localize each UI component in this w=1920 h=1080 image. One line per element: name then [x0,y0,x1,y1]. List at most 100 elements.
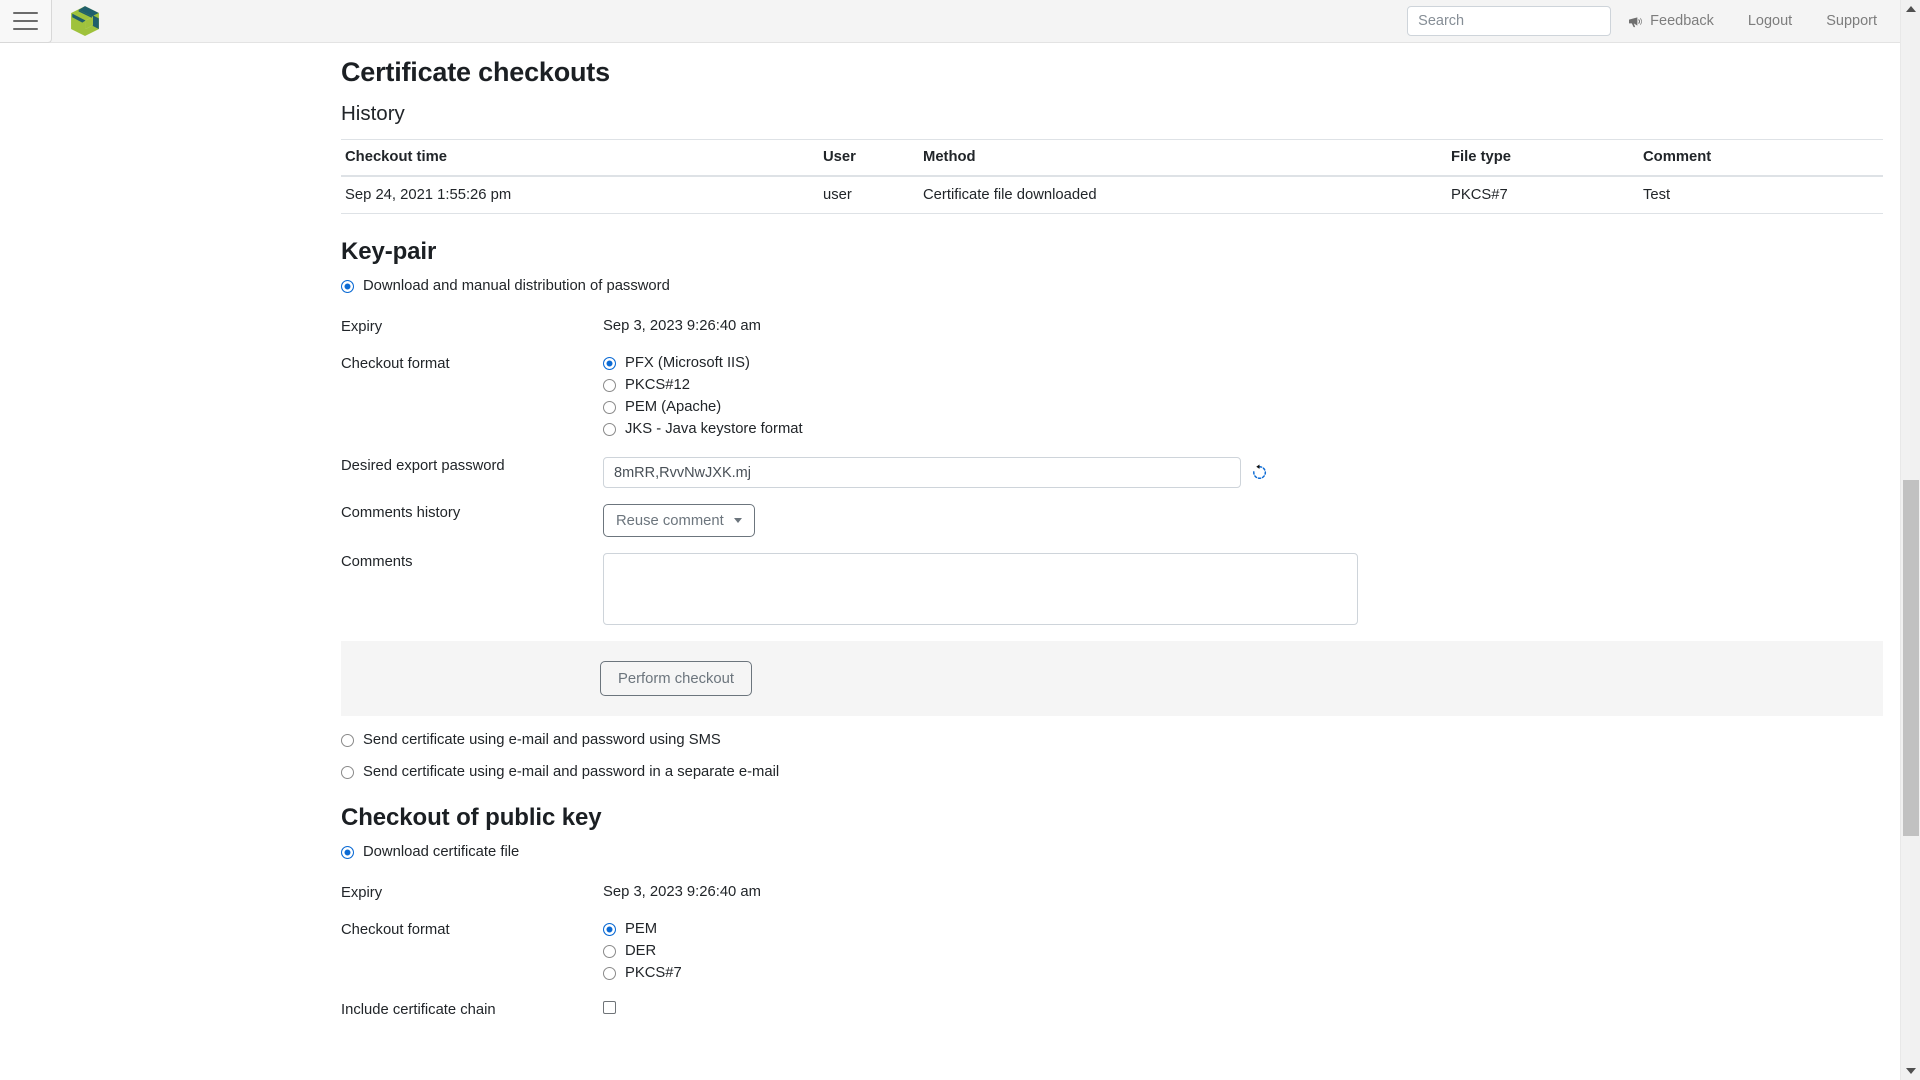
keypair-delivery-option-email[interactable]: Send certificate using e-mail and passwo… [341,764,1883,780]
publickey-heading: Checkout of public key [341,804,602,831]
perform-checkout-panel: Perform checkout [341,641,1883,716]
column-header-method: Method [919,139,1447,177]
keypair-delivery-option-download[interactable]: Download and manual distribution of pass… [341,278,1883,294]
comments-history-row: Comments history Reuse comment [341,504,1883,537]
publickey-format-options: PEM DER PKCS#7 [603,921,1883,981]
publickey-format-radio-pem[interactable] [603,922,616,936]
export-password-row: Desired export password [341,457,1883,488]
publickey-format-label-pkcs7: PKCS#7 [625,965,682,981]
publickey-format-option-der[interactable]: DER [603,943,1883,959]
megaphone-icon [1629,16,1643,27]
publickey-download-label: Download certificate file [363,844,520,860]
reuse-comment-dropdown[interactable]: Reuse comment [603,504,755,537]
scroll-down-button[interactable] [1901,1062,1920,1080]
column-header-checkout-time: Checkout time [341,139,819,177]
content-column: Certificate checkouts History Checkout t… [341,57,1883,1042]
regenerate-password-button[interactable] [1251,464,1268,481]
keypair-format-option-pfx[interactable]: PFX (Microsoft IIS) [603,355,1883,371]
caret-down-icon [1906,1068,1916,1074]
keypair-heading: Key-pair [341,238,437,265]
keypair-expiry-label: Expiry [341,319,383,335]
publickey-download-option[interactable]: Download certificate file [341,844,1883,860]
scroll-up-button[interactable] [1901,0,1920,18]
export-password-input[interactable] [603,457,1241,488]
keypair-format-option-jks[interactable]: JKS - Java keystore format [603,421,1883,437]
cell-file-type: PKCS#7 [1447,176,1639,214]
keypair-format-label-pkcs12: PKCS#12 [625,377,690,393]
main-content-area: Certificate checkouts History Checkout t… [0,43,1900,1080]
column-header-comment: Comment [1639,139,1883,177]
page-scrollbar[interactable] [1900,0,1920,1080]
chevron-down-icon [733,518,742,523]
logout-link[interactable]: Logout [1731,13,1809,29]
keypair-delivery-label-download: Download and manual distribution of pass… [363,278,670,294]
keypair-format-label: Checkout format [341,356,450,372]
keypair-delivery-radio-email[interactable] [341,765,354,779]
keypair-format-radio-pem[interactable] [603,400,616,414]
keypair-format-option-pem[interactable]: PEM (Apache) [603,399,1883,415]
keypair-delivery-radio-sms[interactable] [341,733,354,747]
publickey-expiry-label: Expiry [341,885,383,901]
publickey-format-label-der: DER [625,943,657,959]
table-header-row: Checkout time User Method File type Comm… [341,139,1883,177]
publickey-download-radio[interactable] [341,845,354,859]
caret-up-icon [1906,6,1916,12]
feedback-label: Feedback [1650,13,1714,29]
hamburger-line [13,11,38,14]
keypair-format-label-jks: JKS - Java keystore format [625,421,803,437]
keypair-delivery-option-sms[interactable]: Send certificate using e-mail and passwo… [341,732,1883,748]
cube-logo-icon[interactable] [68,4,102,38]
feedback-link[interactable]: Feedback [1611,13,1731,29]
keypair-delivery-label-sms: Send certificate using e-mail and passwo… [363,732,721,748]
keypair-format-option-pkcs12[interactable]: PKCS#12 [603,377,1883,393]
publickey-expiry-row: Expiry Sep 3, 2023 9:26:40 am [341,884,1883,901]
publickey-format-radio-pkcs7[interactable] [603,966,616,980]
cell-user: user [819,176,919,214]
reuse-comment-label: Reuse comment [616,512,724,529]
publickey-format-row: Checkout format PEM DER PKCS#7 [341,921,1883,981]
publickey-format-option-pem[interactable]: PEM [603,921,1883,937]
perform-checkout-button[interactable]: Perform checkout [600,661,752,696]
search-input[interactable] [1407,6,1612,36]
keypair-format-label-pem: PEM (Apache) [625,399,722,415]
publickey-format-label: Checkout format [341,922,450,938]
keypair-format-radio-pkcs12[interactable] [603,378,616,392]
page-title: Certificate checkouts [341,57,610,87]
publickey-format-radio-der[interactable] [603,944,616,958]
comments-history-field: Reuse comment [603,504,1883,537]
cell-method: Certificate file downloaded [919,176,1447,214]
scrollbar-thumb[interactable] [1903,480,1919,836]
export-password-wrap [603,457,1883,488]
support-label: Support [1826,13,1877,29]
include-chain-label: Include certificate chain [341,1002,496,1018]
support-link[interactable]: Support [1809,13,1894,29]
include-chain-checkbox[interactable] [603,1001,616,1014]
keypair-format-radio-pfx[interactable] [603,356,616,370]
comments-textarea[interactable] [603,553,1358,625]
hamburger-menu-icon[interactable] [0,0,52,43]
comments-row: Comments [341,553,1883,625]
refresh-rotate-icon [1253,464,1267,479]
publickey-expiry-value: Sep 3, 2023 9:26:40 am [603,884,761,900]
cell-checkout-time: Sep 24, 2021 1:55:26 pm [341,176,819,214]
publickey-format-option-pkcs7[interactable]: PKCS#7 [603,965,1883,981]
history-heading: History [341,102,405,125]
include-chain-row: Include certificate chain [341,1001,1883,1018]
keypair-delivery-radio-download[interactable] [341,279,354,293]
keypair-format-label-pfx: PFX (Microsoft IIS) [625,355,750,371]
export-password-label: Desired export password [341,458,505,474]
column-header-user: User [819,139,919,177]
keypair-format-radio-jks[interactable] [603,422,616,436]
